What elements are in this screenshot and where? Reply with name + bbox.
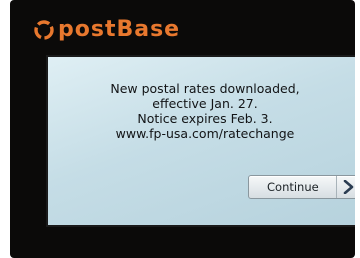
postbase-logo-icon <box>34 20 54 40</box>
notice-line: effective Jan. 27. <box>152 96 258 111</box>
device-bezel: postBase New postal rates downloaded, ef… <box>10 0 355 258</box>
notice-line: New postal rates downloaded, <box>110 81 300 96</box>
continue-label: Continue <box>267 180 319 194</box>
notice-screen: New postal rates downloaded, effective J… <box>46 55 355 227</box>
notice-url: www.fp-usa.com/ratechange <box>115 126 295 141</box>
chevron-right-icon <box>336 176 355 198</box>
notice-message: New postal rates downloaded, effective J… <box>48 81 355 141</box>
brand-header: postBase <box>10 8 355 48</box>
brand-name: postBase <box>58 17 181 42</box>
notice-line: Notice expires Feb. 3. <box>137 111 273 126</box>
continue-button[interactable]: Continue <box>248 175 355 199</box>
